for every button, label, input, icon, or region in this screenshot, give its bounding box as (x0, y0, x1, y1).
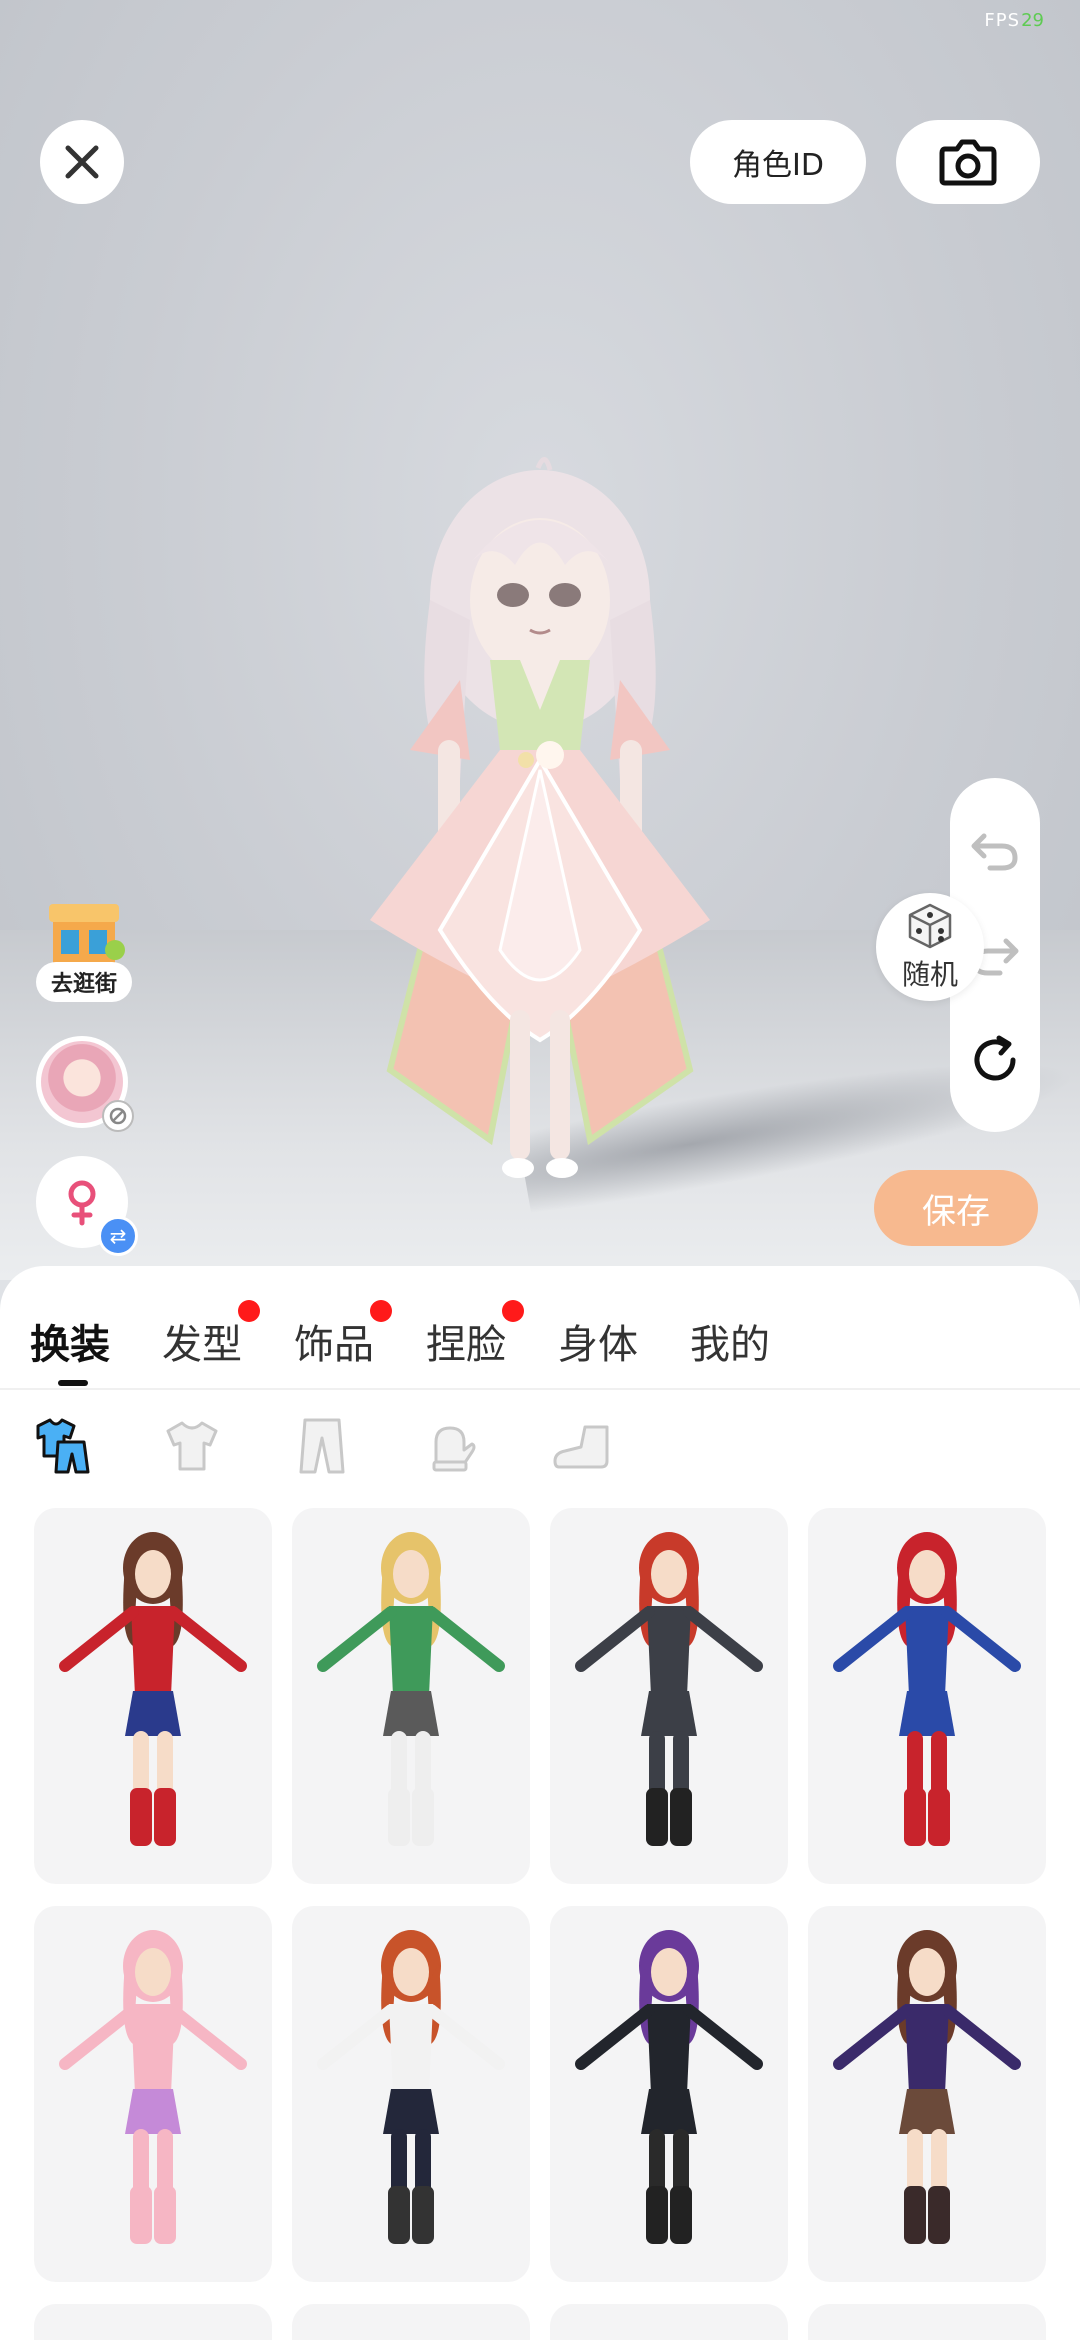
random-button[interactable]: 随机 (876, 893, 984, 1001)
outfit-card[interactable] (292, 1508, 530, 1884)
subtab-shoes[interactable] (550, 1414, 614, 1478)
outfit-card[interactable] (292, 1906, 530, 2282)
reset-icon (974, 1035, 1016, 1081)
undo-icon (971, 833, 1018, 871)
shoe-icon (553, 1425, 609, 1469)
outfit-card[interactable] (550, 1906, 788, 2282)
tab-body[interactable]: 身体 (558, 1306, 638, 1396)
divider (0, 1388, 1080, 1390)
role-id-button[interactable]: 角色ID (690, 120, 866, 204)
outfit-green-kimono (317, 1532, 505, 1846)
close-button[interactable] (40, 120, 124, 204)
outfit-card[interactable] (34, 2304, 272, 2340)
female-icon (68, 1180, 96, 1226)
my-avatar-button[interactable] (36, 1036, 134, 1132)
outfit-subtabs (30, 1414, 614, 1478)
outfit-gothic (575, 1930, 763, 2244)
outfit-card[interactable] (808, 2304, 1046, 2340)
avatar-scene[interactable]: FPS 29 角色ID 去逛街 ⇄ 保存 (0, 0, 1080, 1280)
outfit-set-icon (36, 1418, 90, 1474)
fps-value: 29 (1021, 10, 1044, 31)
outfit-wizard (833, 1930, 1021, 2244)
tab-label: 发型 (162, 1322, 242, 1368)
outfit-sport (317, 1930, 505, 2244)
tab-face[interactable]: 捏脸 (426, 1300, 524, 1396)
outfit-card[interactable] (34, 1508, 272, 1884)
new-dot (502, 1300, 524, 1322)
subtab-gloves[interactable] (420, 1414, 484, 1478)
category-tabs: 换装 发型 饰品 捏脸 身体 我的 (30, 1300, 822, 1396)
reset-button[interactable] (967, 1032, 1023, 1088)
character-model[interactable] (350, 450, 730, 1190)
new-dot (370, 1300, 392, 1322)
customize-panel: 换装 发型 饰品 捏脸 身体 我的 (0, 1266, 1080, 2340)
tab-label: 换装 (30, 1322, 110, 1368)
outfit-grid (34, 1508, 1048, 2340)
outfit-black-suit (575, 1532, 763, 1846)
glove-icon (432, 1426, 476, 1472)
tab-mine[interactable]: 我的 (690, 1306, 770, 1396)
outfit-card[interactable] (808, 1508, 1046, 1884)
close-icon (65, 145, 99, 179)
new-dot (238, 1300, 260, 1322)
tab-label: 我的 (690, 1322, 770, 1368)
tab-accessories[interactable]: 饰品 (294, 1300, 392, 1396)
outfit-card[interactable] (808, 1906, 1046, 2282)
tab-label: 饰品 (294, 1322, 374, 1368)
tab-label: 身体 (558, 1322, 638, 1368)
save-button[interactable]: 保存 (874, 1170, 1038, 1246)
random-label: 随机 (901, 958, 958, 991)
dice-icon (908, 903, 952, 949)
outfit-card[interactable] (550, 1508, 788, 1884)
subtab-pants[interactable] (290, 1414, 354, 1478)
subtab-top[interactable] (160, 1414, 224, 1478)
camera-button[interactable] (896, 120, 1040, 204)
outfit-pink-cat (59, 1930, 247, 2244)
tab-hairstyle[interactable]: 发型 (162, 1300, 260, 1396)
outfit-wonder (59, 1532, 247, 1846)
hidden-badge-icon (102, 1100, 134, 1132)
fps-label: FPS (984, 10, 1020, 31)
go-shopping-label: 去逛街 (36, 962, 132, 1002)
active-tab-indicator (58, 1380, 88, 1386)
outfit-card[interactable] (34, 1906, 272, 2282)
outfit-card[interactable] (550, 2304, 788, 2340)
undo-button[interactable] (967, 822, 1023, 878)
tab-label: 捏脸 (426, 1322, 506, 1368)
pants-icon (299, 1418, 345, 1474)
camera-icon (939, 139, 997, 186)
subtab-outfit-set[interactable] (30, 1414, 94, 1478)
gender-switch-button[interactable]: ⇄ (36, 1156, 138, 1256)
outfit-card[interactable] (292, 2304, 530, 2340)
swap-icon: ⇄ (98, 1216, 138, 1256)
top-icon (166, 1421, 218, 1471)
go-shopping-button[interactable]: 去逛街 (36, 898, 132, 1008)
outfit-captain (833, 1532, 1021, 1846)
